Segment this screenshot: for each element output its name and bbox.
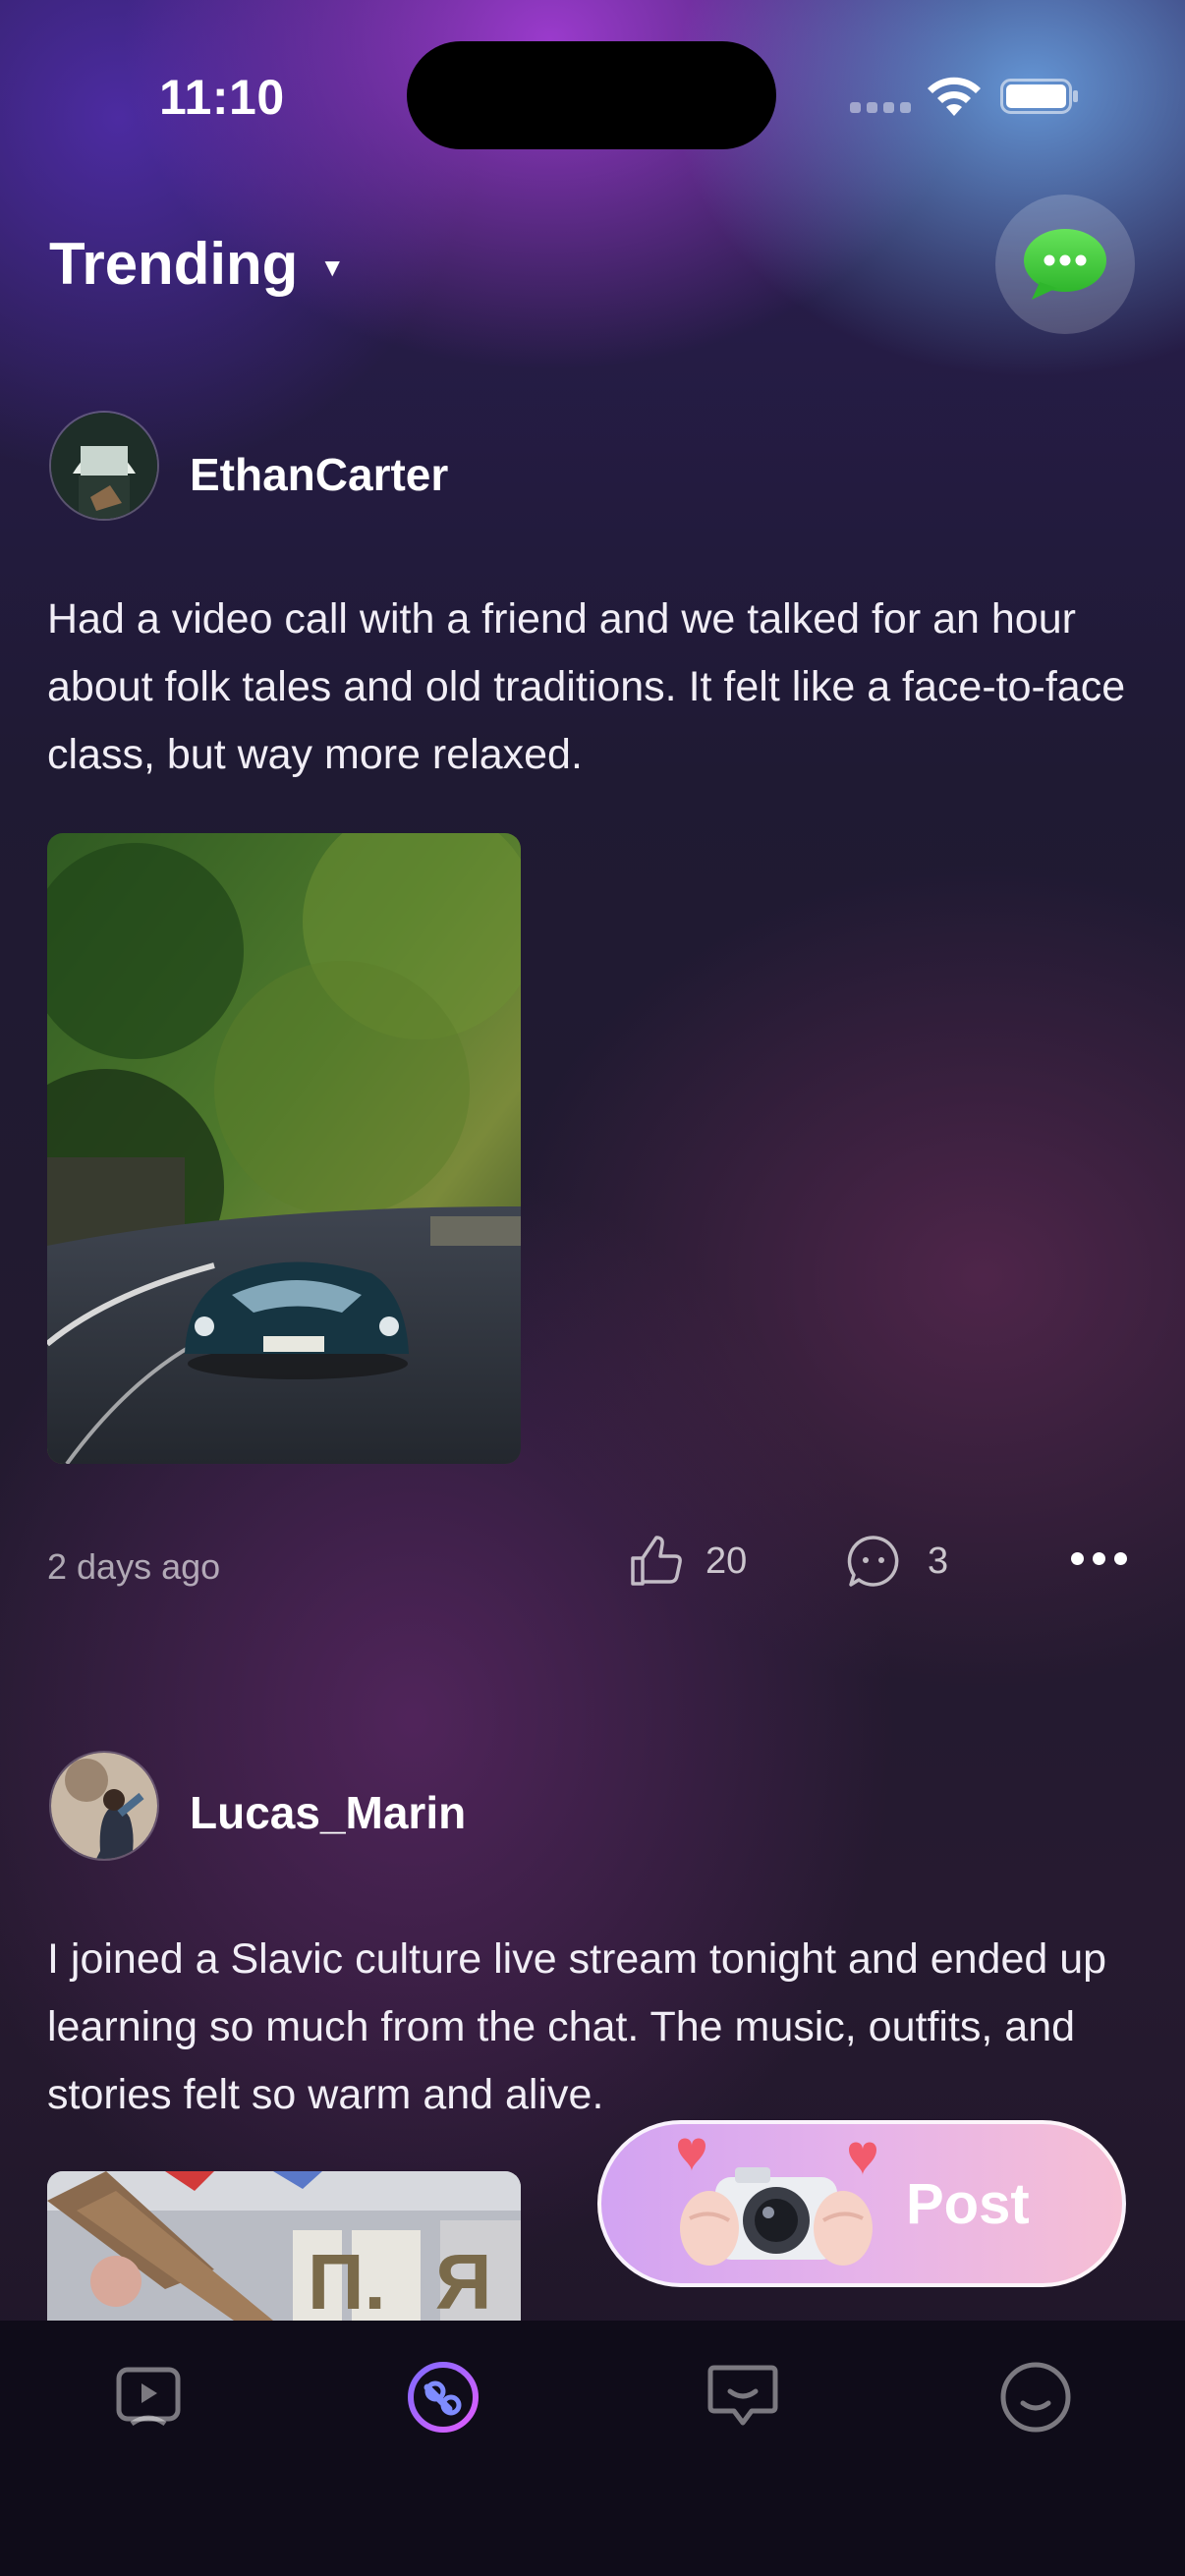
comment-count: 3 [928, 1540, 949, 1582]
dynamic-island [407, 41, 776, 149]
caret-down-icon: ▼ [319, 252, 346, 282]
wifi-icon [928, 77, 981, 116]
video-play-icon [116, 2367, 181, 2427]
post-username[interactable]: EthanCarter [190, 448, 448, 501]
like-count: 20 [705, 1540, 748, 1582]
cellular-signal-icon [850, 102, 911, 113]
post-button-label: Post [906, 2171, 1030, 2236]
avatar[interactable] [49, 411, 159, 521]
messages-button[interactable] [995, 195, 1135, 334]
post-timestamp: 2 days ago [47, 1546, 221, 1587]
tab-profile[interactable] [996, 2358, 1075, 2436]
battery-icon [1000, 79, 1078, 114]
camera-icon [678, 2138, 876, 2266]
post-text: Had a video call with a friend and we ta… [47, 595, 1126, 778]
like-button[interactable]: 20 [627, 1533, 747, 1590]
post-image[interactable]: П. Я [47, 2171, 521, 2321]
status-time: 11:10 [159, 70, 285, 125]
tab-messages[interactable] [704, 2358, 782, 2436]
message-bubble-icon [1024, 229, 1106, 300]
svg-text:Я: Я [435, 2238, 492, 2321]
svg-text:П.: П. [308, 2238, 386, 2321]
post-image[interactable] [47, 833, 521, 1464]
avatar[interactable] [49, 1751, 159, 1861]
comment-button[interactable]: 3 [845, 1533, 948, 1590]
thumbs-up-icon [631, 1536, 682, 1586]
feed-selector[interactable]: Trending ▼ [49, 230, 345, 298]
post-text: I joined a Slavic culture live stream to… [47, 1935, 1107, 2118]
profile-icon [1000, 2362, 1071, 2433]
tab-discover[interactable] [404, 2358, 482, 2436]
comment-icon [847, 1536, 899, 1587]
post-username[interactable]: Lucas_Marin [190, 1786, 466, 1839]
discover-icon [408, 2362, 479, 2433]
chat-icon [707, 2365, 778, 2426]
create-post-button[interactable]: Post [597, 2120, 1126, 2287]
more-options-icon[interactable] [1071, 1552, 1127, 1565]
tab-video[interactable] [109, 2358, 188, 2436]
page-title: Trending [49, 231, 299, 297]
